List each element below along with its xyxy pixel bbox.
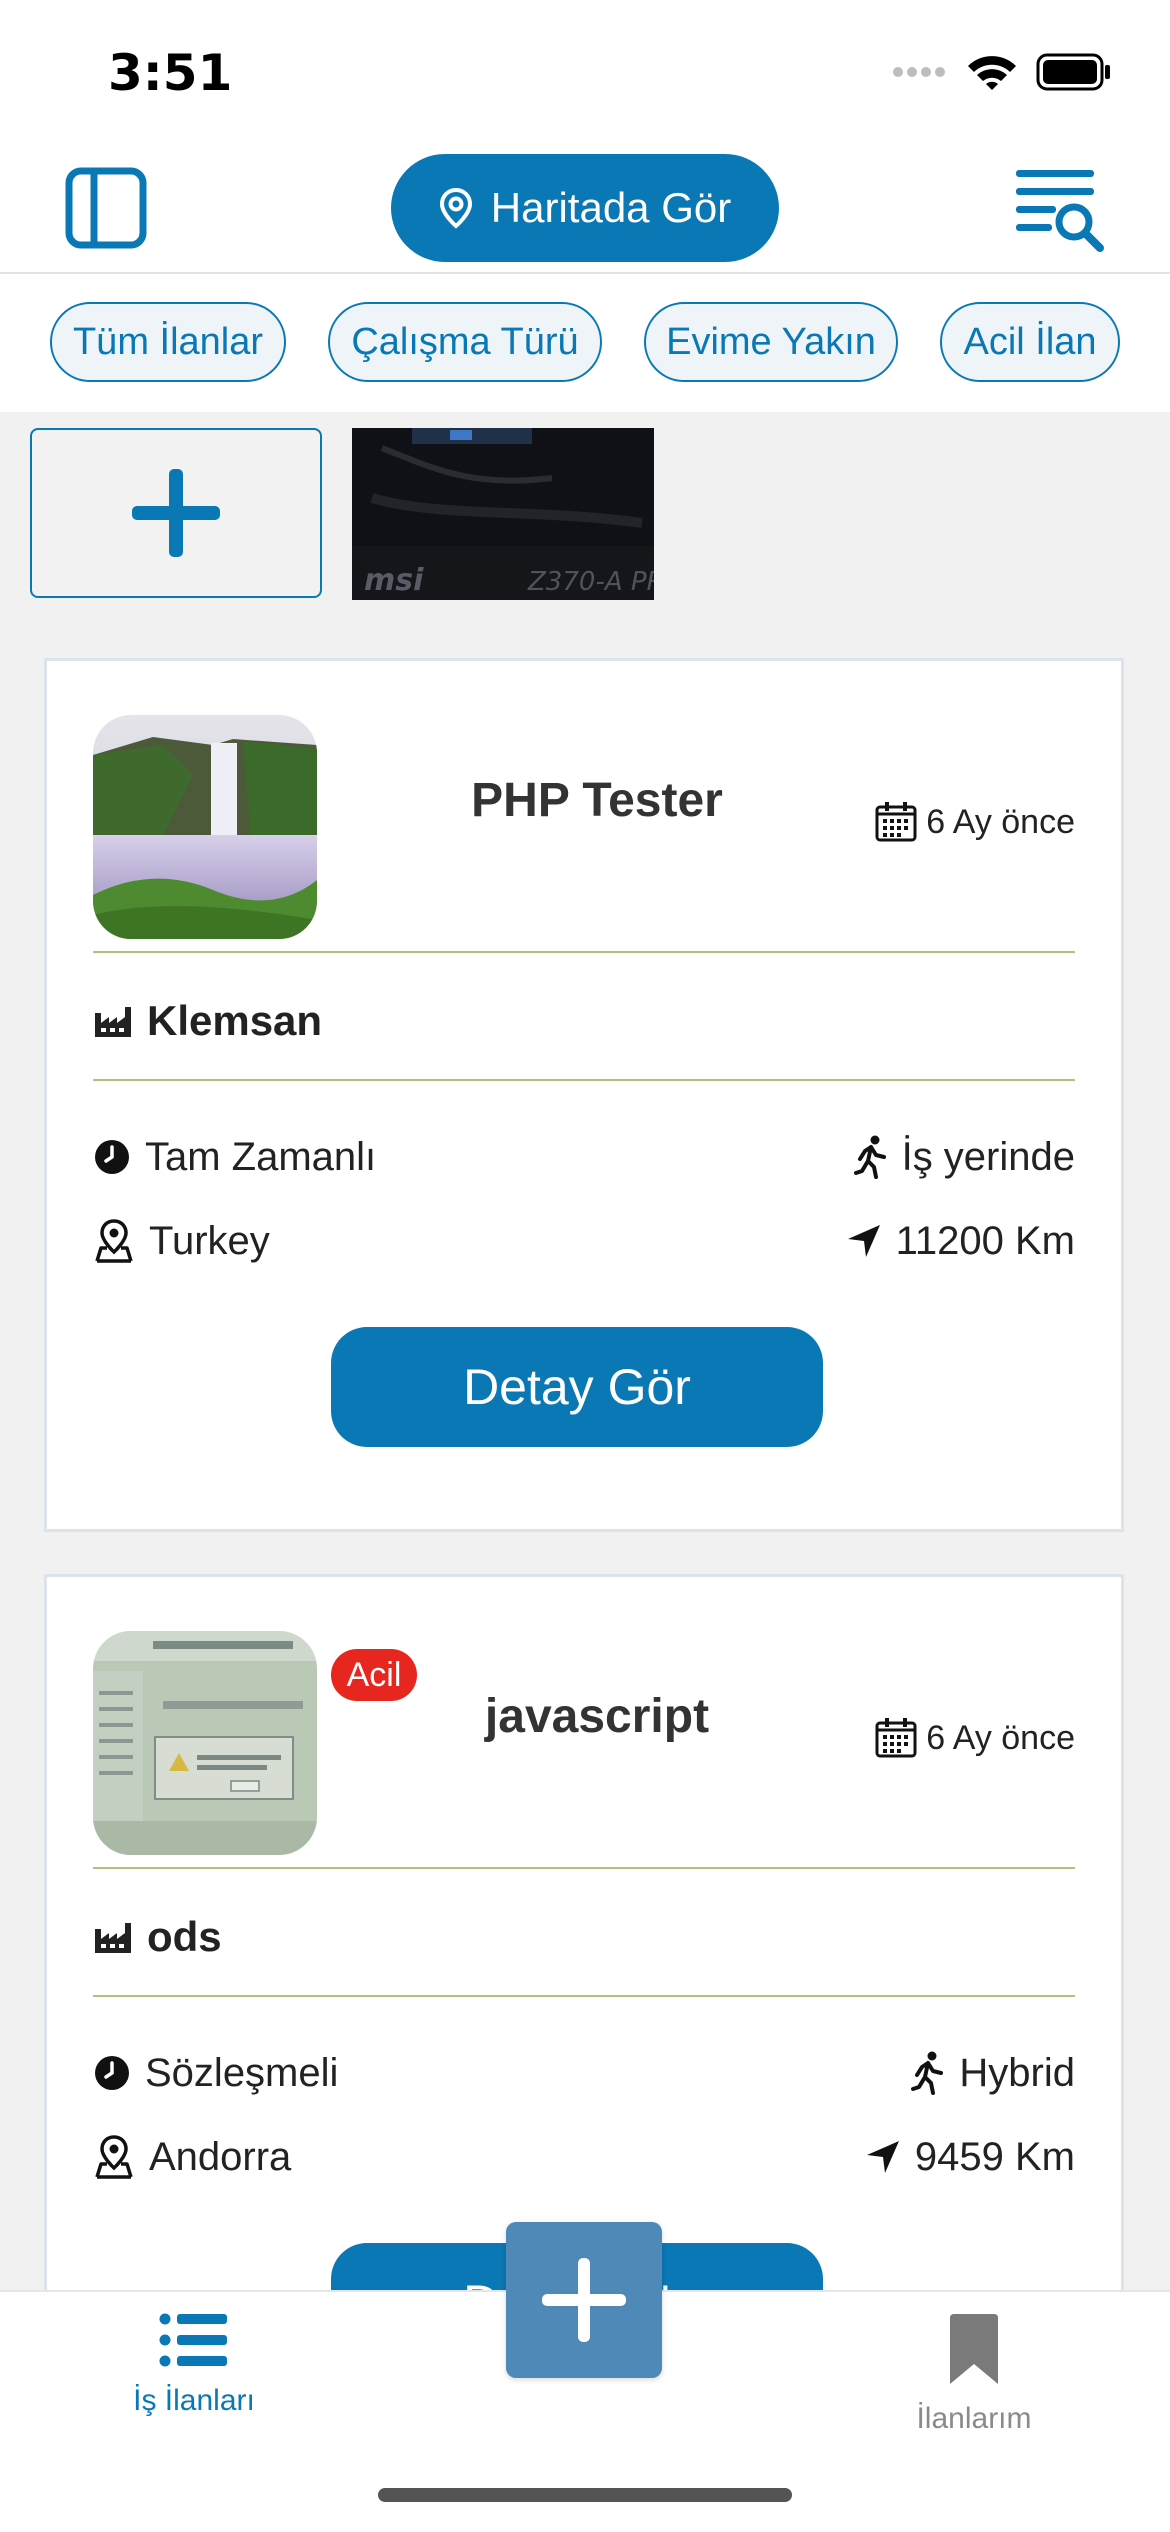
plus-icon [132,469,220,557]
job-photo [93,715,317,939]
job-title: javascript [484,1690,710,1743]
work-place-text: Hybrid [959,2050,1075,2095]
location-text: Turkey [149,1218,270,1263]
card-divider [93,951,1075,953]
plus-icon [542,2258,626,2342]
distance-text: 11200 Km [895,1218,1075,1263]
thumb-model-text: Z370-A PR [527,567,654,597]
distance: 9459 Km [865,2135,1075,2180]
card-divider [93,1867,1075,1869]
work-type: Tam Zamanlı [93,1135,376,1180]
map-marker-icon [95,1219,133,1263]
top-navigation: Haritada Gör [0,140,1170,274]
tab-job-listings[interactable]: İş İlanları [94,2312,294,2472]
job-card: Acil javascript 6 Ay önce ods Sözleşmeli… [44,1574,1124,2363]
work-place: İş yerinde [853,1134,1075,1180]
info-row-work: Sözleşmeli Hybrid [93,2043,1075,2103]
chip-urgent-listing[interactable]: Acil İlan [940,302,1120,382]
work-type-text: Sözleşmeli [145,2050,339,2095]
calendar-icon [875,1718,917,1758]
company-row: ods [93,1913,222,1961]
work-type: Sözleşmeli [93,2051,338,2096]
app-screen: 3:51 Haritada Gör Tüm İlanlar Çalışma Tü… [0,0,1170,2532]
map-view-button[interactable]: Haritada Gör [391,154,779,262]
list-icon [159,2313,227,2367]
job-date-text: 6 Ay önce [926,1718,1075,1757]
thumb-brand-text: msi [364,563,424,598]
location-text: Andorra [149,2134,292,2179]
chip-work-type[interactable]: Çalışma Türü [328,302,602,382]
company-row: Klemsan [93,997,322,1045]
filter-chip-bar: Tüm İlanlar Çalışma Türü Evime Yakın Aci… [0,274,1170,412]
waterfall-photo [93,715,317,939]
company-name: ods [147,1913,222,1960]
work-place-text: İş yerinde [901,1134,1075,1179]
tab-job-listings-label: İş İlanları [133,2384,255,2417]
add-listing-button[interactable] [506,2222,662,2378]
sidebar-icon [65,167,147,249]
chip-near-home[interactable]: Evime Yakın [644,302,898,382]
location: Turkey [93,1218,270,1264]
job-date: 6 Ay önce [874,801,1075,843]
photo-strip: msi Z370-A PR [0,412,1170,612]
factory-icon [95,1007,131,1037]
info-row-location: Andorra 9459 Km [93,2127,1075,2187]
tab-my-listings-label: İlanlarım [916,2402,1032,2435]
work-place: Hybrid [911,2051,1075,2096]
company-name: Klemsan [147,997,323,1044]
walking-person-icon [911,2051,944,2095]
navigation-arrow-icon [847,1225,880,1257]
cellular-signal-icon [893,67,945,77]
map-button-label: Haritada Gör [490,184,732,231]
battery-icon [1036,53,1110,91]
job-date-text: 6 Ay önce [926,802,1075,841]
card-divider [93,1995,1075,1997]
status-time: 3:51 [108,44,233,102]
detail-button[interactable]: Detay Gör [331,1327,823,1447]
job-card: PHP Tester 6 Ay önce Klemsan Tam Zamanlı… [44,658,1124,1532]
info-row-location: Turkey 11200 Km [93,1211,1075,1271]
job-title: PHP Tester [471,774,723,827]
factory-icon [95,1923,131,1953]
info-row-work: Tam Zamanlı İş yerinde [93,1127,1075,1187]
sidebar-toggle-button[interactable] [64,166,148,250]
status-icons [892,52,1112,92]
distance-text: 9459 Km [914,2134,1075,2179]
clock-icon [95,2056,129,2090]
filter-search-icon [1016,170,1104,252]
photo-thumbnail[interactable]: msi Z370-A PR [352,428,654,600]
screen-photo [93,1631,317,1855]
location: Andorra [93,2134,291,2180]
home-indicator [378,2488,792,2502]
clock-icon [95,1140,129,1174]
location-pin-icon [439,187,472,229]
add-photo-button[interactable] [30,428,322,598]
filter-search-button[interactable] [1014,164,1106,254]
calendar-icon [875,802,917,842]
work-type-text: Tam Zamanlı [145,1134,377,1179]
bookmark-icon [950,2314,998,2384]
tab-my-listings[interactable]: İlanlarım [874,2312,1074,2472]
navigation-arrow-icon [866,2141,899,2173]
chip-all-listings[interactable]: Tüm İlanlar [50,302,286,382]
job-date: 6 Ay önce [874,1717,1075,1759]
walking-person-icon [853,1135,886,1179]
wifi-icon [968,56,1016,90]
map-marker-icon [95,2135,133,2179]
card-divider [93,1079,1075,1081]
job-photo [93,1631,317,1855]
distance: 11200 Km [846,1219,1075,1264]
motherboard-photo: msi Z370-A PR [352,428,654,600]
status-bar: 3:51 [0,0,1170,140]
